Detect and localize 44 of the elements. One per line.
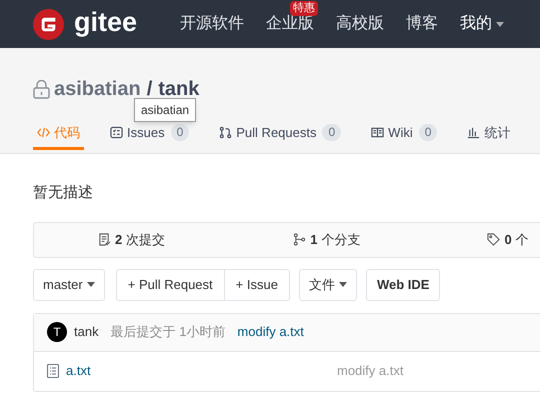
file-dropdown[interactable]: 文件 — [298, 268, 357, 300]
create-button[interactable]: + Pull Request — [116, 270, 224, 300]
tooltip: asibatian — [134, 98, 196, 122]
nav-link[interactable]: 我的 — [460, 16, 492, 32]
commit-message[interactable]: modify a.txt — [237, 322, 304, 342]
stat-label[interactable]: 个分支 — [321, 230, 360, 250]
web-ide-button[interactable]: Web IDE — [366, 268, 440, 300]
logo-text[interactable]: gitee — [74, 8, 138, 40]
pull-request-icon — [219, 126, 232, 139]
repo-tab[interactable]: 统计 — [463, 118, 514, 150]
branch-icon — [293, 233, 306, 246]
stat-label[interactable]: 个 — [516, 230, 529, 250]
avatar[interactable]: T — [47, 322, 67, 342]
nav-link[interactable]: 博客 — [406, 16, 438, 32]
code-icon — [37, 126, 50, 139]
stat-count[interactable]: 0 — [504, 230, 512, 250]
promo-badge: 特惠 — [290, 1, 318, 16]
file-name[interactable]: a.txt — [66, 361, 337, 381]
nav-link[interactable]: 企业版 — [266, 16, 314, 32]
branch-dropdown[interactable]: master — [33, 268, 105, 300]
logo-icon[interactable] — [33, 8, 64, 40]
repo-tab[interactable]: Wiki 0 — [367, 118, 442, 150]
repo-tab[interactable]: Pull Requests 0 — [215, 118, 346, 150]
nav-link[interactable]: 高校版 — [336, 16, 384, 32]
count-badge: 0 — [418, 124, 438, 141]
stat-label[interactable]: 次提交 — [126, 230, 166, 250]
document-icon — [98, 233, 111, 246]
caret-icon — [86, 282, 95, 287]
commit-author[interactable]: tank — [74, 322, 99, 342]
stat-count[interactable]: 2 — [115, 230, 122, 250]
checklist-icon — [110, 126, 123, 139]
repo-description: 暂无描述 — [33, 183, 94, 203]
count-badge: 0 — [170, 124, 190, 141]
tag-icon — [487, 233, 500, 246]
bar-chart-icon — [467, 126, 480, 139]
caret-icon — [496, 22, 504, 26]
count-badge: 0 — [322, 124, 342, 141]
file-icon — [47, 364, 59, 378]
create-button[interactable]: + Issue — [224, 270, 289, 300]
book-icon — [371, 126, 384, 139]
caret-icon — [338, 282, 347, 287]
nav-link[interactable]: 开源软件 — [180, 16, 244, 32]
stat-count[interactable]: 1 — [310, 230, 318, 250]
commit-time: 最后提交于 1小时前 — [110, 323, 226, 342]
